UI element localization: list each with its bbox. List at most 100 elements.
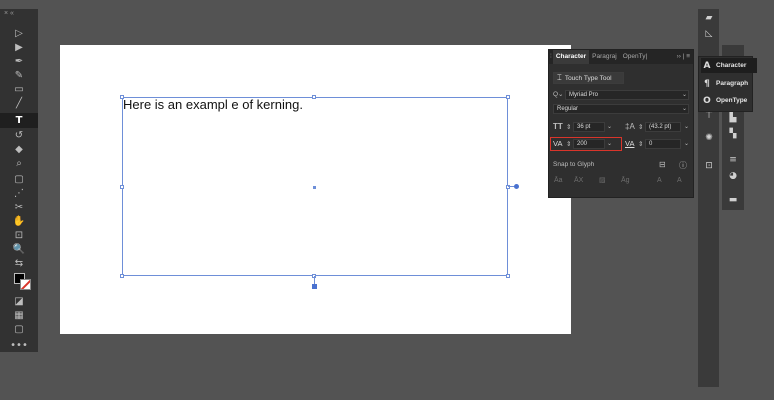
stroke-none-swatch-icon[interactable] <box>20 279 31 290</box>
touch-type-icon: ⌶ <box>557 73 562 82</box>
font-search-icon[interactable]: Q⌄ <box>553 90 564 98</box>
color-guide-icon[interactable]: ◕ <box>725 171 741 181</box>
snap-glyph-bounds-icon[interactable]: ▨ <box>599 176 606 184</box>
font-size-chevron-down-icon[interactable]: ⌄ <box>607 123 612 130</box>
text-frame-bottom-port[interactable] <box>312 284 317 289</box>
paintbrush-tool-icon[interactable]: ╱ <box>0 97 38 111</box>
screen-mode-icon[interactable]: ▢ <box>0 323 38 337</box>
text-frame-out-port[interactable] <box>514 184 519 189</box>
rectangle-tool-icon[interactable]: ▭ <box>0 83 38 97</box>
hand-tool-icon[interactable]: ✋ <box>0 215 38 229</box>
snap-anchor-icon[interactable]: A <box>677 177 682 184</box>
handle-bottom-right[interactable] <box>506 274 510 278</box>
kerning-value: 200 <box>577 141 588 147</box>
tools-panel-collapse[interactable]: × « <box>0 9 38 18</box>
text-frame-bounding-box[interactable] <box>120 95 510 278</box>
curvature-tool-icon[interactable]: ✎ <box>0 69 38 83</box>
snap-proximity-icon[interactable]: Āg <box>621 177 630 184</box>
paragraph-icon: ¶ <box>704 78 710 89</box>
leading-value: (43.2 pt) <box>649 124 672 130</box>
snap-baseline-icon[interactable]: Āa <box>554 177 563 184</box>
eyedropper-tool-icon[interactable]: ⋰ <box>0 187 38 201</box>
snap-angular-icon[interactable]: A <box>657 177 662 184</box>
character-panel: ⁞ Character Paragraj OpenTy| ›› | ≡ ⌶ Tou… <box>548 49 694 198</box>
touch-type-label: Touch Type Tool <box>564 75 612 82</box>
opentype-icon: O <box>703 95 711 106</box>
snap-to-glyph-label: Snap to Glyph <box>553 161 595 168</box>
pen-tool-icon[interactable]: ✒ <box>0 55 38 69</box>
glyph-snap-toggle-icon[interactable]: ⊟ <box>659 160 666 169</box>
direct-selection-tool-icon[interactable]: ▶ <box>0 41 38 55</box>
selection-tool-icon[interactable]: ▷ <box>0 27 38 41</box>
info-icon[interactable]: ⓘ <box>679 160 687 171</box>
leading-field[interactable]: (43.2 pt) <box>645 122 681 132</box>
tab-opentype[interactable]: OpenTy| <box>620 50 650 64</box>
flyout-item-character[interactable]: A Character <box>701 58 757 73</box>
artboard-tool-icon[interactable]: ⊡ <box>0 229 38 243</box>
text-frame-bottom-port-line <box>314 276 315 284</box>
flyout-item-label: OpenType <box>716 97 748 104</box>
handle-top-middle[interactable] <box>312 95 316 99</box>
font-style-value: Regular <box>557 106 579 112</box>
document-icon[interactable]: ◺ <box>701 29 717 39</box>
edit-toolbar-more-icon[interactable]: ••• <box>0 339 38 353</box>
character-panel-tabs: ⁞ Character Paragraj OpenTy| ›› | ≡ <box>549 50 693 64</box>
draw-mode-icon[interactable]: ▦ <box>0 309 38 323</box>
scissors-tool-icon[interactable]: ✂ <box>0 201 38 215</box>
tracking-icon: VA <box>625 139 635 148</box>
fill-stroke-swatch[interactable] <box>14 273 32 291</box>
gradient-icon[interactable]: ▬ <box>725 195 741 205</box>
handle-top-left[interactable] <box>120 95 124 99</box>
leading-icon: ‡A <box>625 122 635 131</box>
free-transform-tool-icon[interactable]: ▢ <box>0 173 38 187</box>
handle-bottom-left[interactable] <box>120 274 124 278</box>
flyout-item-paragraph[interactable]: ¶ Paragraph <box>701 76 757 91</box>
type-tool-icon[interactable]: T <box>0 113 38 128</box>
tracking-field[interactable]: 0 <box>645 139 681 149</box>
type-panels-flyout: A Character ¶ Paragraph O OpenType <box>698 56 757 112</box>
flyout-item-label: Paragraph <box>716 80 749 87</box>
font-family-value: Myriad Pro <box>569 92 599 98</box>
handle-top-right[interactable] <box>506 95 510 99</box>
tab-character[interactable]: Character <box>552 50 590 64</box>
transform-icon[interactable]: ▙ <box>725 113 741 123</box>
panel-menu-icon[interactable]: ›› | ≡ <box>674 50 693 64</box>
kerning-icon: VA <box>553 139 563 148</box>
center-point-icon <box>313 186 316 189</box>
appearance-icon[interactable]: ✺ <box>701 133 717 143</box>
tab-paragraph[interactable]: Paragraj <box>589 50 620 64</box>
tools-panel: × « ▷ ▶ ✒ ✎ ▭ ╱ T ↺ ◆ ⌕ ▢ ⋰ ✂ ✋ ⊡ 🔍 ⇆ ◪ … <box>0 9 38 352</box>
handle-middle-left[interactable] <box>120 185 124 189</box>
kerning-chevron-down-icon[interactable]: ⌄ <box>607 140 612 147</box>
font-size-field[interactable]: 36 pt <box>573 122 605 132</box>
snap-x-height-icon[interactable]: ĀX <box>574 177 583 184</box>
warp-tool-icon[interactable]: ⌕ <box>0 157 38 171</box>
kerning-field[interactable]: 200 <box>573 139 605 149</box>
font-size-stepper-icon[interactable]: ⇕ <box>566 123 571 131</box>
swap-colors-icon[interactable]: ⇆ <box>0 257 38 271</box>
font-style-chevron-down-icon[interactable]: ⌄ <box>682 105 687 112</box>
align-icon[interactable]: ⊤ <box>701 111 717 121</box>
flyout-item-label: Character <box>716 62 747 69</box>
flyout-item-opentype[interactable]: O OpenType <box>701 93 757 108</box>
font-family-field[interactable]: Myriad Pro <box>565 90 689 100</box>
leading-stepper-icon[interactable]: ⇕ <box>638 123 643 131</box>
rotate-tool-icon[interactable]: ↺ <box>0 129 38 143</box>
stroke-icon[interactable]: ≡ <box>725 155 741 165</box>
color-mode-icons[interactable]: ◪ <box>0 295 38 309</box>
comment-icon[interactable]: ▰ <box>701 13 717 23</box>
font-style-field[interactable]: Regular <box>553 104 689 114</box>
touch-type-tool-button[interactable]: ⌶ Touch Type Tool <box>553 72 624 84</box>
artboards-icon[interactable]: ⊡ <box>701 161 717 171</box>
tracking-value: 0 <box>649 141 653 147</box>
leading-chevron-down-icon[interactable]: ⌄ <box>684 123 689 130</box>
font-family-chevron-down-icon[interactable]: ⌄ <box>682 91 687 98</box>
shaper-tool-icon[interactable]: ◆ <box>0 143 38 157</box>
tracking-chevron-down-icon[interactable]: ⌄ <box>684 140 689 147</box>
zoom-tool-icon[interactable]: 🔍 <box>0 243 38 257</box>
kerning-stepper-icon[interactable]: ⇕ <box>566 140 571 148</box>
tracking-stepper-icon[interactable]: ⇕ <box>638 140 643 148</box>
font-size-value: 36 pt <box>577 124 591 130</box>
pathfinder-icon[interactable]: ▚ <box>725 129 741 139</box>
character-icon: A <box>703 60 711 71</box>
